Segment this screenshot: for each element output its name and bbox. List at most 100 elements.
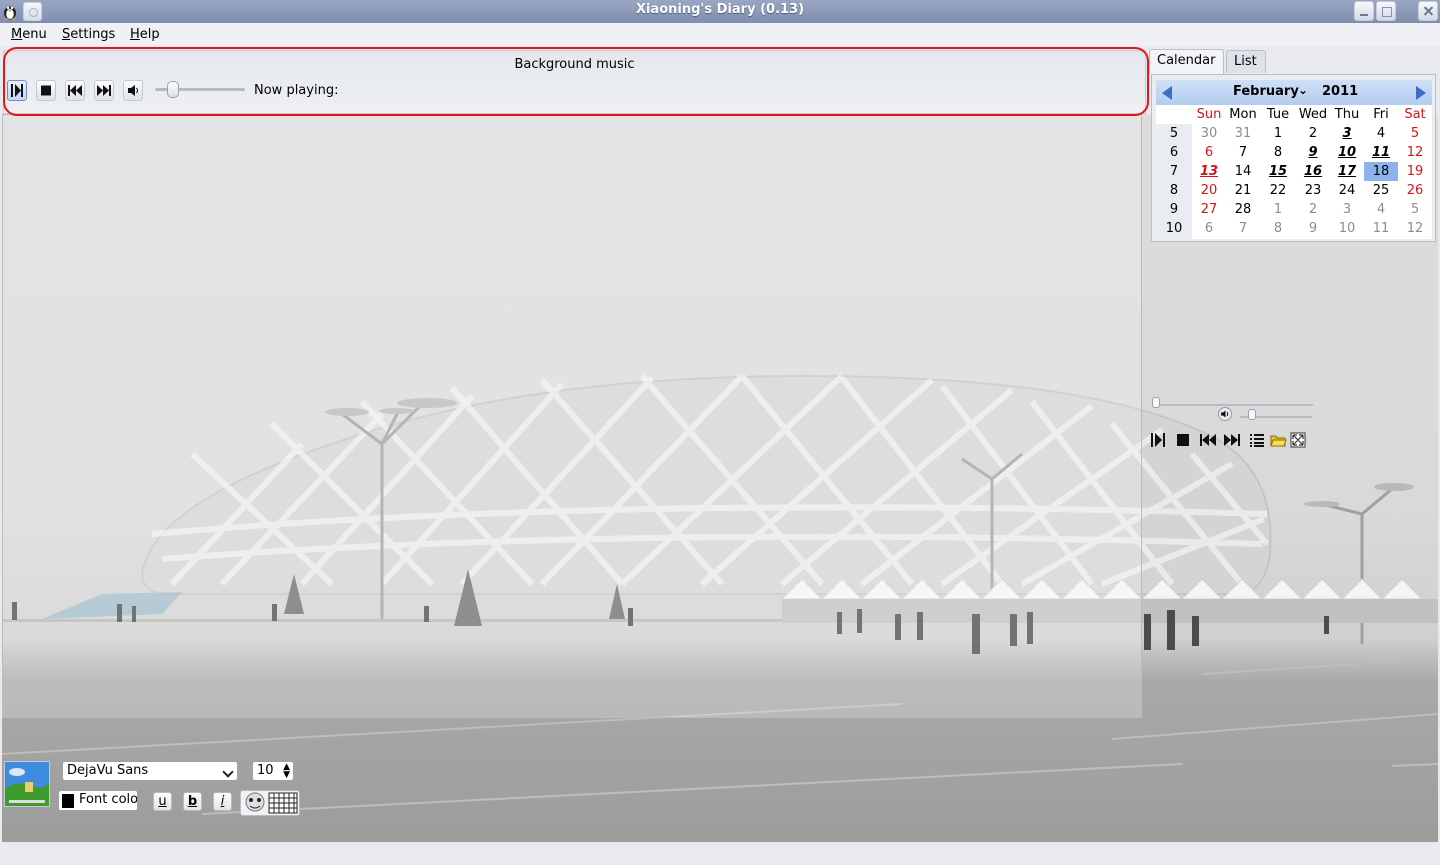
tab-calendar[interactable]: Calendar: [1149, 49, 1224, 74]
weekday-header: Wed: [1298, 107, 1328, 122]
calendar-day[interactable]: 27: [1192, 200, 1226, 219]
music-volume-slider-handle[interactable]: [167, 81, 179, 98]
calendar-day[interactable]: 3: [1330, 200, 1364, 219]
calendar-day[interactable]: 3: [1330, 124, 1364, 143]
calendar-day[interactable]: 1: [1261, 200, 1295, 219]
weekday-header: Thu: [1334, 107, 1360, 122]
calendar-day[interactable]: 9: [1296, 143, 1330, 162]
calendar-day[interactable]: 19: [1398, 162, 1432, 181]
underline-button[interactable]: u: [153, 792, 172, 811]
stop-icon: [41, 85, 51, 96]
calendar-day[interactable]: 30: [1192, 124, 1226, 143]
calendar-day[interactable]: 5: [1398, 124, 1432, 143]
previous-icon[interactable]: [1200, 432, 1217, 448]
font-color-button[interactable]: Font color: [58, 790, 138, 811]
calendar-day[interactable]: 17: [1330, 162, 1364, 181]
weekday-header: Tue: [1266, 107, 1290, 122]
calendar-day[interactable]: 4: [1364, 200, 1398, 219]
calendar-day[interactable]: 5: [1398, 200, 1432, 219]
menu-item-menu[interactable]: Menu: [11, 27, 47, 42]
music-volume-button[interactable]: [123, 80, 143, 101]
previous-icon: [68, 85, 82, 96]
calendar-day[interactable]: 4: [1364, 124, 1398, 143]
font-color-label: Font color: [79, 792, 138, 807]
stop-icon[interactable]: [1175, 432, 1192, 448]
calendar-day[interactable]: 10: [1330, 143, 1364, 162]
font-size-spinner[interactable]: 10 ▲ ▼: [252, 761, 294, 781]
calendar-day[interactable]: 2: [1296, 200, 1330, 219]
minimize-button[interactable]: [1354, 1, 1374, 21]
menu-item-settings[interactable]: Settings: [62, 27, 115, 42]
calendar-day[interactable]: 8: [1261, 143, 1295, 162]
calendar-day[interactable]: 12: [1398, 143, 1432, 162]
music-play-pause-button[interactable]: [7, 80, 27, 101]
calendar-day[interactable]: 20: [1192, 181, 1226, 200]
calendar-day[interactable]: 2: [1296, 124, 1330, 143]
calendar-day[interactable]: 16: [1296, 162, 1330, 181]
calendar-day-selected[interactable]: 18: [1364, 162, 1398, 181]
calendar-day[interactable]: 9: [1296, 219, 1330, 238]
calendar-day[interactable]: 14: [1226, 162, 1260, 181]
bold-button[interactable]: b: [183, 792, 202, 811]
spinner-arrows-icon[interactable]: ▲ ▼: [283, 763, 290, 780]
open-folder-icon[interactable]: [1270, 432, 1287, 448]
background-image-thumbnail[interactable]: [4, 761, 50, 807]
video-volume-icon[interactable]: [1218, 407, 1232, 421]
diary-text-editor[interactable]: [2, 114, 1142, 718]
video-seek-slider[interactable]: [1153, 404, 1313, 406]
month-dropdown-chevron-icon[interactable]: ⌄: [1298, 83, 1308, 97]
calendar-day[interactable]: 31: [1226, 124, 1260, 143]
calendar-day[interactable]: 7: [1226, 143, 1260, 162]
music-next-button[interactable]: [94, 80, 114, 101]
calendar-day[interactable]: 21: [1226, 181, 1260, 200]
calendar-year[interactable]: 2011: [1322, 84, 1358, 99]
font-family-select[interactable]: DejaVu Sans: [62, 761, 238, 781]
insert-emoticon-date-button[interactable]: [240, 790, 300, 816]
play-pause-icon: [11, 84, 23, 97]
calendar-day[interactable]: 11: [1364, 143, 1398, 162]
calendar-day[interactable]: 12: [1398, 219, 1432, 238]
week-number: 10: [1165, 221, 1183, 236]
calendar-day[interactable]: 13: [1192, 162, 1226, 181]
next-icon[interactable]: [1224, 432, 1241, 448]
calendar-day[interactable]: 10: [1330, 219, 1364, 238]
video-seek-handle[interactable]: [1152, 397, 1160, 408]
weekday-header: Sun: [1196, 107, 1222, 122]
fullscreen-icon[interactable]: [1290, 432, 1307, 448]
calendar-day[interactable]: 6: [1192, 219, 1226, 238]
calendar-day[interactable]: 1: [1261, 124, 1295, 143]
landscape-thumbnail-icon: [5, 762, 49, 806]
font-size-value: 10: [257, 763, 274, 778]
calendar-day[interactable]: 23: [1296, 181, 1330, 200]
menu-item-help[interactable]: Help: [130, 27, 160, 42]
tab-list[interactable]: List: [1226, 50, 1266, 73]
calendar-day[interactable]: 8: [1261, 219, 1295, 238]
week-number: 9: [1169, 202, 1179, 217]
italic-button[interactable]: i: [213, 792, 232, 811]
speaker-icon: [128, 85, 138, 96]
calendar-day[interactable]: 11: [1364, 219, 1398, 238]
calendar-day[interactable]: 15: [1261, 162, 1295, 181]
close-button[interactable]: [1418, 1, 1438, 21]
week-number: 5: [1169, 126, 1179, 141]
music-previous-button[interactable]: [65, 80, 85, 101]
calendar-day[interactable]: 6: [1192, 143, 1226, 162]
font-color-swatch: [62, 794, 74, 808]
week-number: 8: [1169, 183, 1179, 198]
calendar-day[interactable]: 22: [1261, 181, 1295, 200]
maximize-button[interactable]: [1376, 1, 1396, 21]
next-month-arrow-icon[interactable]: [1416, 86, 1426, 100]
title-bar: Xiaoning's Diary (0.13): [0, 0, 1440, 23]
now-playing-label: Now playing:: [254, 83, 339, 98]
calendar-day[interactable]: 26: [1398, 181, 1432, 200]
calendar-day[interactable]: 28: [1226, 200, 1260, 219]
calendar-day[interactable]: 7: [1226, 219, 1260, 238]
prev-month-arrow-icon[interactable]: [1162, 86, 1172, 100]
calendar-month[interactable]: February: [1233, 84, 1299, 99]
calendar-day[interactable]: 24: [1330, 181, 1364, 200]
music-stop-button[interactable]: [36, 80, 56, 101]
calendar-day[interactable]: 25: [1364, 181, 1398, 200]
playlist-icon[interactable]: [1249, 432, 1266, 448]
video-volume-handle[interactable]: [1248, 409, 1256, 420]
play-pause-icon[interactable]: [1150, 432, 1167, 448]
